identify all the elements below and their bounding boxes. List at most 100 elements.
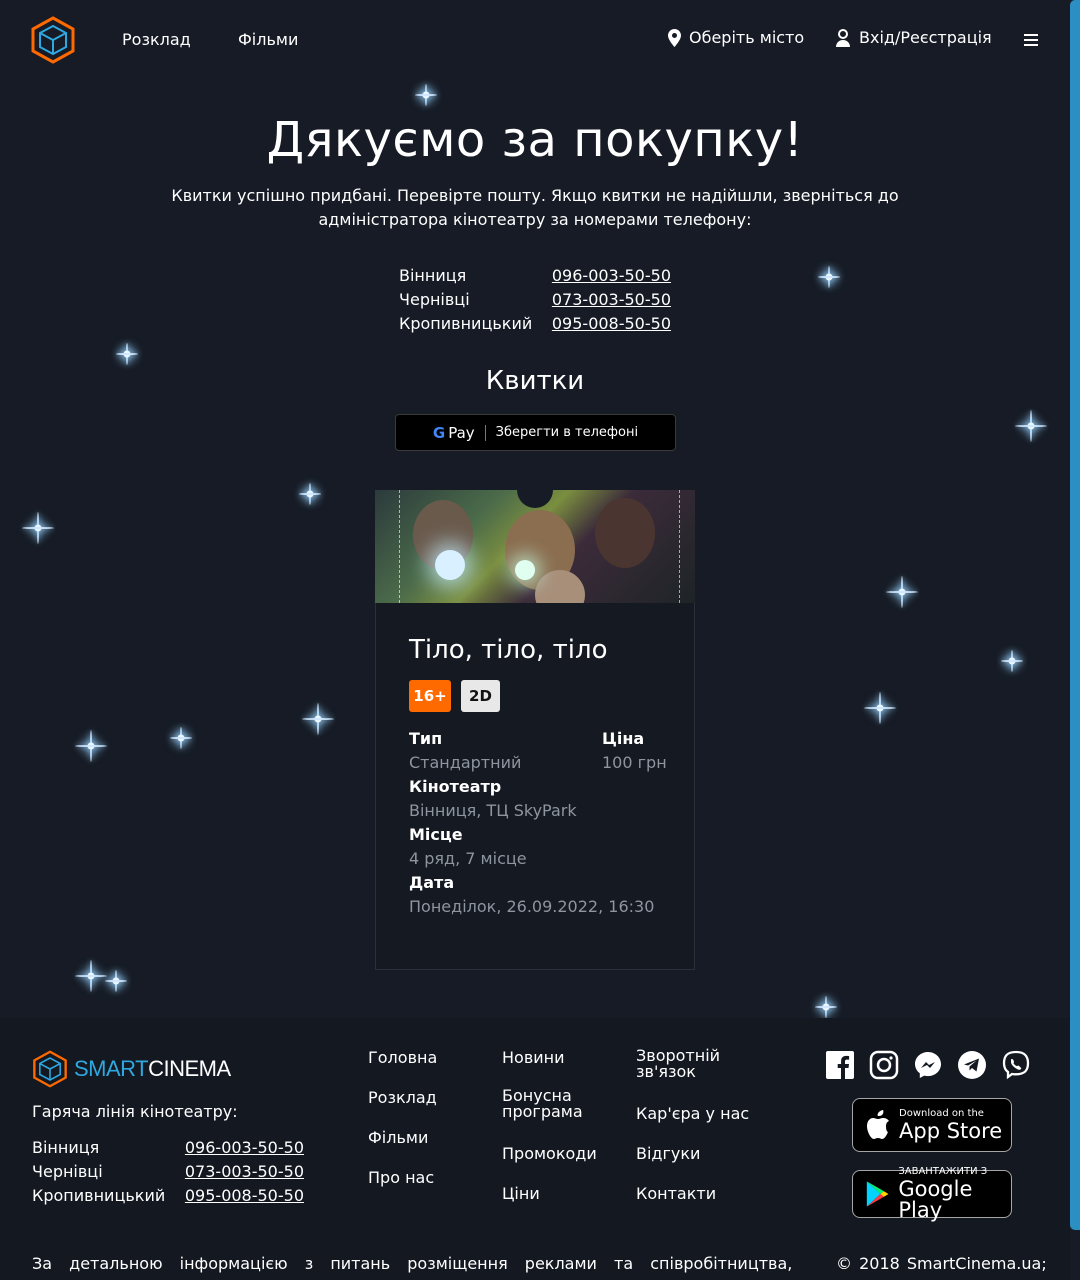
phone-row: Вінниця 096-003-50-50 — [399, 264, 671, 288]
purchase-message: Квитки успішно придбані. Перевірте пошту… — [171, 186, 899, 229]
footer-link-feedback[interactable]: Зворотній зв'язок — [636, 1048, 746, 1104]
messenger-icon[interactable] — [913, 1050, 943, 1080]
phone-link[interactable]: 073-003-50-50 — [185, 1160, 304, 1184]
star-decoration — [415, 84, 437, 106]
phone-row: Чернівці 073-003-50-50 — [32, 1160, 304, 1184]
footer-phones-list: Вінниця 096-003-50-50 Чернівці 073-003-5… — [32, 1136, 304, 1208]
phone-city: Вінниця — [399, 266, 467, 285]
brand-cinema: CINEMA — [148, 1056, 231, 1081]
footer-nav-column-3: Зворотній зв'язок Кар'єра у нас Відгуки … — [636, 1048, 749, 1224]
gpay-separator — [484, 424, 486, 441]
cube-logo-icon[interactable] — [30, 16, 76, 64]
hamburger-menu-icon[interactable] — [1024, 34, 1038, 46]
gpay-save-label: Зберегти в телефоні — [495, 425, 639, 440]
phone-row: Чернівці 073-003-50-50 — [399, 288, 671, 312]
nav-schedule-link[interactable]: Розклад — [122, 30, 191, 49]
advertising-info-text: За детальною інформацією з питань розміщ… — [32, 1254, 793, 1273]
phone-city: Кропивницький — [399, 314, 533, 333]
star-decoration — [818, 266, 840, 288]
movie-title: Тіло, тіло, тіло — [409, 635, 608, 665]
login-button[interactable]: Вхід/Реєстрація — [835, 28, 992, 47]
format-badge: 2D — [461, 680, 500, 712]
footer-link-news[interactable]: Новини — [502, 1048, 602, 1088]
footer-link-films[interactable]: Фільми — [368, 1128, 437, 1168]
admin-phones-list: Вінниця 096-003-50-50 Чернівці 073-003-5… — [399, 264, 671, 336]
google-play-button[interactable]: ЗАВАНТАЖИТИ З Google Play — [852, 1166, 1012, 1222]
footer-link-about[interactable]: Про нас — [368, 1168, 437, 1208]
type-value: Стандартний — [409, 753, 522, 772]
phone-city: Вінниця — [32, 1138, 100, 1157]
movie-poster-image — [375, 490, 695, 603]
google-g-icon: G — [432, 423, 446, 442]
ticket-card: Тіло, тіло, тіло 16+ 2D Тип Стандартний … — [375, 490, 695, 970]
seat-label: Місце — [409, 825, 463, 844]
nav-films-link[interactable]: Фільми — [238, 30, 298, 49]
phone-city: Чернівці — [32, 1162, 103, 1181]
app-store-small-label: Download on the — [899, 1107, 984, 1119]
choose-city-button[interactable]: Оберіть місто — [668, 28, 804, 47]
footer-link-career[interactable]: Кар'єра у нас — [636, 1104, 749, 1144]
hotline-label: Гаряча лінія кінотеатру: — [32, 1102, 238, 1121]
tickets-heading: Квитки — [485, 366, 585, 396]
telegram-icon[interactable] — [957, 1050, 987, 1080]
star-decoration — [299, 483, 321, 505]
age-rating-badge: 16+ — [409, 680, 451, 712]
star-decoration — [22, 512, 54, 544]
copyright-text: © 2018 SmartCinema.ua; — [836, 1254, 1047, 1273]
phone-city: Кропивницький — [32, 1186, 166, 1205]
footer-link-home[interactable]: Головна — [368, 1048, 437, 1088]
seat-value: 4 ряд, 7 місце — [409, 849, 527, 868]
cube-logo-icon — [33, 1050, 67, 1088]
social-links — [825, 1050, 1031, 1080]
phone-row: Кропивницький 095-008-50-50 — [399, 312, 671, 336]
price-label: Ціна — [602, 729, 645, 748]
app-store-label: App Store — [899, 1118, 1003, 1143]
google-play-small-label: ЗАВАНТАЖИТИ З — [898, 1166, 988, 1177]
date-value: Понеділок, 26.09.2022, 16:30 — [409, 897, 655, 916]
google-play-icon — [866, 1181, 889, 1207]
star-decoration — [75, 730, 107, 762]
brand-name: SMARTCINEMA — [74, 1056, 231, 1082]
ticket-details: Тіло, тіло, тіло 16+ 2D Тип Стандартний … — [375, 603, 695, 970]
user-icon — [836, 28, 850, 47]
cinema-label: Кінотеатр — [409, 777, 502, 796]
star-decoration — [886, 576, 918, 608]
date-label: Дата — [409, 873, 455, 892]
cinema-value: Вінниця, ТЦ SkyPark — [409, 801, 577, 820]
footer-link-prices[interactable]: Ціни — [502, 1184, 602, 1224]
map-pin-icon — [668, 28, 681, 47]
footer-link-contacts[interactable]: Контакти — [636, 1184, 749, 1224]
gpay-pay-label: Pay — [448, 423, 475, 442]
facebook-icon[interactable] — [825, 1050, 855, 1080]
footer-link-reviews[interactable]: Відгуки — [636, 1144, 749, 1184]
site-footer: SMARTCINEMA Гаряча лінія кінотеатру: Він… — [0, 1018, 1070, 1280]
star-decoration — [302, 703, 334, 735]
price-value: 100 грн — [602, 753, 667, 772]
footer-link-promocodes[interactable]: Промокоди — [502, 1144, 602, 1184]
type-label: Тип — [409, 729, 443, 748]
page-title: Дякуємо за покупку! — [266, 112, 804, 168]
app-store-button[interactable]: Download on the App Store — [852, 1098, 1012, 1152]
phone-link[interactable]: 096-003-50-50 — [552, 264, 671, 288]
site-header: Розклад Фільми Оберіть місто Вхід/Реєстр… — [0, 0, 1070, 82]
star-decoration — [170, 727, 192, 749]
viber-icon[interactable] — [1001, 1050, 1031, 1080]
footer-logo[interactable]: SMARTCINEMA — [32, 1050, 231, 1088]
scrollbar[interactable] — [1070, 0, 1080, 1230]
star-decoration — [116, 343, 138, 365]
footer-link-schedule[interactable]: Розклад — [368, 1088, 437, 1128]
footer-link-bonus[interactable]: Бонусна програма — [502, 1088, 602, 1144]
instagram-icon[interactable] — [869, 1050, 899, 1080]
phone-row: Вінниця 096-003-50-50 — [32, 1136, 304, 1160]
footer-nav-column-1: Головна Розклад Фільми Про нас — [368, 1048, 437, 1208]
phone-link[interactable]: 096-003-50-50 — [185, 1136, 304, 1160]
footer-nav-column-2: Новини Бонусна програма Промокоди Ціни — [502, 1048, 602, 1224]
phone-link[interactable]: 095-008-50-50 — [552, 312, 671, 336]
save-to-google-pay-button[interactable]: G Pay Зберегти в телефоні — [395, 414, 676, 451]
phone-link[interactable]: 073-003-50-50 — [552, 288, 671, 312]
star-decoration — [75, 960, 107, 992]
google-play-label: Google Play — [898, 1177, 973, 1222]
phone-link[interactable]: 095-008-50-50 — [185, 1184, 304, 1208]
star-decoration — [864, 692, 896, 724]
phone-city: Чернівці — [399, 290, 470, 309]
